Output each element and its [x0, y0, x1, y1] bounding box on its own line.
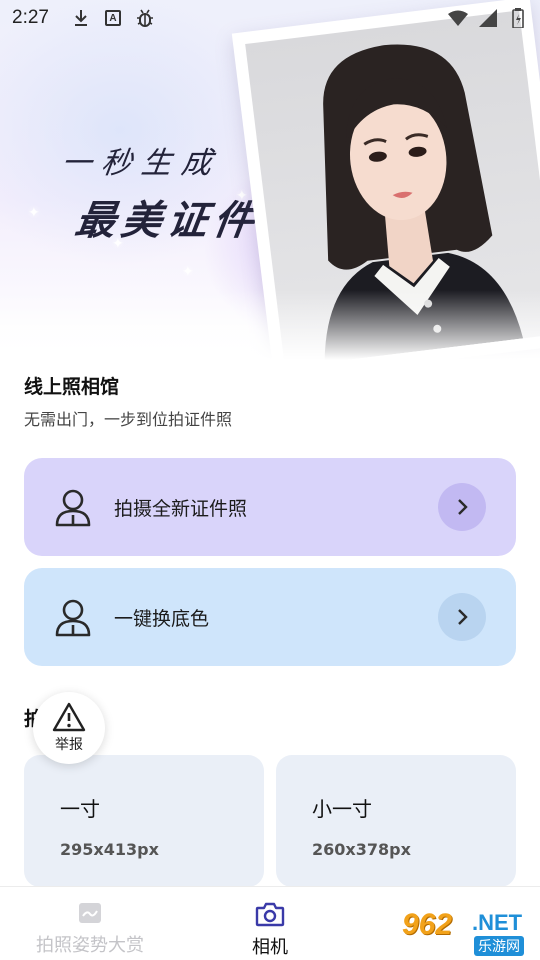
size-dimensions: 295x413px — [60, 840, 159, 859]
warning-icon — [52, 702, 86, 732]
chevron-right-icon[interactable] — [438, 593, 486, 641]
watermark-domain: .NET — [472, 910, 523, 935]
size-name: 小一寸 — [312, 797, 372, 821]
size-name: 一寸 — [60, 797, 100, 821]
size-dimensions: 260x378px — [312, 840, 411, 859]
report-label: 举报 — [55, 737, 83, 753]
chevron-right-icon[interactable] — [438, 483, 486, 531]
bug-icon — [135, 8, 155, 28]
size-card-1inch[interactable]: 一寸 295x413px — [24, 755, 264, 887]
person-icon — [55, 489, 91, 527]
watermark-number: 962 — [402, 908, 453, 941]
a-badge-icon: A — [104, 10, 121, 26]
battery-icon — [508, 8, 528, 28]
status-time: 2:27 — [12, 7, 49, 28]
tab-camera-label: 相机 — [252, 937, 288, 958]
watermark-logo: 962 .NET 乐游网 — [400, 908, 536, 956]
download-icon — [71, 8, 91, 28]
hero-fade — [0, 290, 540, 360]
wifi-icon — [448, 8, 468, 28]
hero-slogan-line1: 一秒生成 — [59, 146, 224, 181]
camera-icon — [255, 902, 285, 927]
tab-camera[interactable]: 相机 — [180, 887, 360, 960]
intro-title: 线上照相馆 — [24, 376, 120, 398]
size-card-small-1inch[interactable]: 小一寸 260x378px — [276, 755, 516, 887]
sparkle-icon: ✦ — [182, 264, 194, 280]
tab-pose-gallery[interactable]: 拍照姿势大赏 — [0, 887, 180, 960]
status-bar: 2:27 A — [0, 0, 540, 36]
sparkle-icon: ✦ — [28, 205, 40, 221]
new-id-photo-label: 拍摄全新证件照 — [114, 497, 248, 520]
watermark-site: 乐游网 — [474, 936, 524, 956]
change-background-label: 一键换底色 — [114, 607, 210, 630]
hero-banner: ✦ ✦ ✦ ✦ 一秒生成 最美证件照 — [0, 0, 540, 360]
signal-icon — [478, 8, 498, 28]
person-icon — [55, 599, 91, 637]
change-background-card[interactable]: 一键换底色 — [24, 568, 516, 666]
tab-pose-gallery-label: 拍照姿势大赏 — [36, 935, 144, 956]
report-button[interactable]: 举报 — [33, 692, 105, 764]
image-icon — [79, 903, 101, 923]
intro-subtitle: 无需出门，一步到位拍证件照 — [24, 410, 233, 429]
new-id-photo-card[interactable]: 拍摄全新证件照 — [24, 458, 516, 556]
